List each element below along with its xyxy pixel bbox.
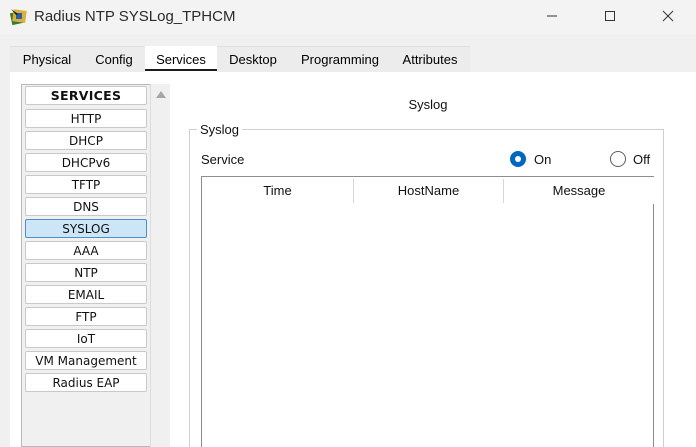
panel-title: Syslog [408,97,448,112]
service-email-button[interactable]: EMAIL [25,285,147,304]
service-dhcpv6-button[interactable]: DHCPv6 [25,153,147,172]
service-off-label[interactable]: Off [633,152,650,167]
column-header-time[interactable]: Time [202,177,353,204]
tab-programming[interactable]: Programming [294,46,386,72]
service-ntp-button[interactable]: NTP [25,263,147,282]
service-label: Service [201,152,245,167]
packet-tracer-app-icon [9,7,29,26]
tab-physical[interactable]: Physical [12,46,82,72]
service-aaa-button[interactable]: AAA [25,241,147,260]
tab-attributes[interactable]: Attributes [395,46,465,72]
active-tab-indicator [145,69,217,71]
syslog-group-label: Syslog [197,122,243,137]
service-on-label[interactable]: On [534,152,551,167]
column-header-hostname[interactable]: HostName [354,177,503,204]
minimize-icon [546,10,558,25]
service-http-button[interactable]: HTTP [25,109,147,128]
window-title: Radius NTP SYSLog_TPHCM [34,8,236,25]
service-ftp-button[interactable]: FTP [25,307,147,326]
close-icon [662,10,674,25]
column-header-message[interactable]: Message [504,177,654,204]
service-iot-button[interactable]: IoT [25,329,147,348]
title-bar: Radius NTP SYSLog_TPHCM [0,0,696,34]
service-tftp-button[interactable]: TFTP [25,175,147,194]
tab-desktop[interactable]: Desktop [222,46,284,72]
minimize-button[interactable] [529,0,575,34]
service-dhcp-button[interactable]: DHCP [25,131,147,150]
service-syslog-button[interactable]: SYSLOG [25,219,147,238]
syslog-table[interactable]: Time HostName Message [201,176,654,447]
close-button[interactable] [645,0,691,34]
service-off-radio[interactable] [610,151,626,167]
service-vm-management-button[interactable]: VM Management [25,351,147,370]
service-radius-eap-button[interactable]: Radius EAP [25,373,147,392]
scroll-up-arrow-icon[interactable] [156,91,166,98]
services-header: SERVICES [25,86,147,105]
maximize-icon [604,10,616,25]
services-scrollbar[interactable] [150,84,170,447]
tab-config[interactable]: Config [86,46,142,72]
maximize-button[interactable] [587,0,633,34]
service-dns-button[interactable]: DNS [25,197,147,216]
service-on-radio[interactable] [510,151,526,167]
